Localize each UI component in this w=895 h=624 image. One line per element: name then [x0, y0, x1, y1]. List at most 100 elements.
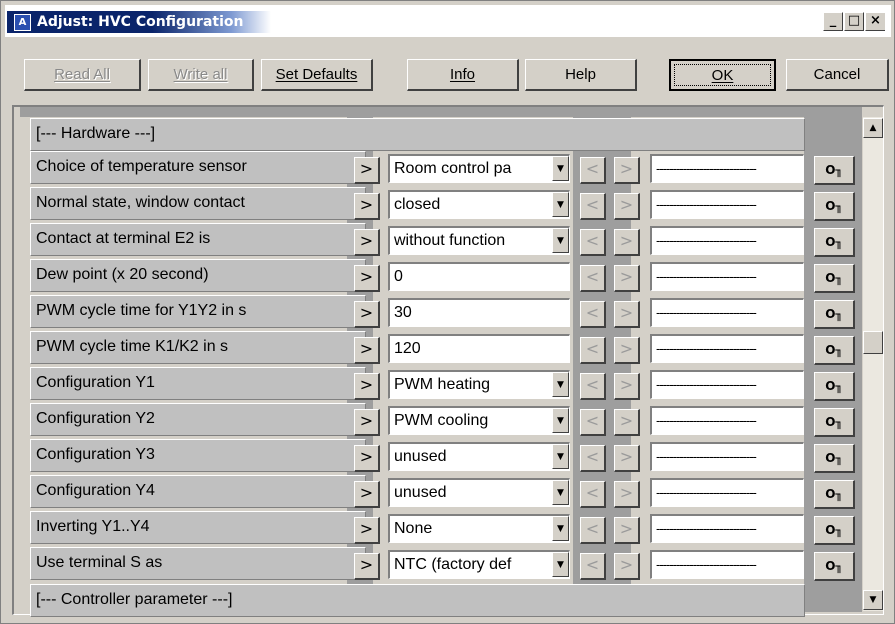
key-icon[interactable]: O╖ [814, 228, 855, 257]
set-value-button[interactable]: > [354, 481, 380, 508]
prev-button: < [580, 229, 606, 256]
value-dropdown[interactable]: None ▼ [388, 514, 570, 543]
chevron-down-icon[interactable]: ▼ [552, 372, 569, 397]
scroll-up-icon[interactable]: ▲ [863, 118, 883, 138]
prev-button: < [580, 337, 606, 364]
parameter-label: Normal state, window contact [30, 187, 366, 220]
key-icon[interactable]: O╖ [814, 480, 855, 509]
parameter-label: Configuration Y4 [30, 475, 366, 508]
value-dropdown[interactable]: unused ▼ [388, 442, 570, 471]
key-icon[interactable]: O╖ [814, 516, 855, 545]
device-value-field: ------------------------------ [650, 478, 804, 507]
value-dropdown[interactable]: unused ▼ [388, 478, 570, 507]
set-value-button[interactable]: > [354, 373, 380, 400]
cancel-button[interactable]: Cancel [786, 59, 889, 91]
value-text: unused [394, 448, 447, 465]
key-icon[interactable]: O╖ [814, 264, 855, 293]
key-icon[interactable]: O╖ [814, 372, 855, 401]
next-button: > [614, 445, 640, 472]
parameter-label: Inverting Y1..Y4 [30, 511, 366, 544]
value-input[interactable]: 120 [388, 334, 570, 363]
key-icon[interactable]: O╖ [814, 336, 855, 365]
set-value-button[interactable]: > [354, 517, 380, 544]
device-value-field: ------------------------------ [650, 190, 804, 219]
scroll-thumb[interactable] [863, 331, 883, 354]
table-row: PWM cycle time K1/K2 in s >120 < > ---------… [24, 331, 864, 365]
close-button[interactable]: × [865, 12, 885, 31]
value-text: 30 [394, 304, 412, 321]
table-row: Use terminal S as > NTC (factory def ▼ < > ---… [24, 547, 864, 581]
value-dropdown[interactable]: NTC (factory def ▼ [388, 550, 570, 579]
value-input[interactable]: 0 [388, 262, 570, 291]
value-dropdown[interactable]: Room control pa ▼ [388, 154, 570, 183]
chevron-down-icon[interactable]: ▼ [552, 516, 569, 541]
info-label: Info [449, 66, 476, 83]
parameter-label: PWM cycle time for Y1Y2 in s [30, 295, 366, 328]
table-row: Dew point (x 20 second) >0 < > -------------… [24, 259, 864, 293]
next-button: > [614, 229, 640, 256]
key-icon[interactable]: O╖ [814, 552, 855, 581]
set-value-button[interactable]: > [354, 337, 380, 364]
help-button[interactable]: Help [525, 59, 637, 91]
prev-button: < [580, 517, 606, 544]
value-dropdown[interactable]: PWM cooling ▼ [388, 406, 570, 435]
set-value-button[interactable]: > [354, 553, 380, 580]
write-all-button[interactable]: Write all [148, 59, 254, 91]
set-value-button[interactable]: > [354, 409, 380, 436]
set-value-button[interactable]: > [354, 265, 380, 292]
key-icon[interactable]: O╖ [814, 408, 855, 437]
set-value-button[interactable]: > [354, 229, 380, 256]
table-row: Contact at terminal E2 is > without functi… [24, 223, 864, 257]
minimize-button[interactable]: _ [823, 12, 843, 31]
cancel-label: Cancel [813, 66, 861, 83]
parameter-label: Choice of temperature sensor [30, 151, 366, 184]
device-value-field: ------------------------------ [650, 370, 804, 399]
ok-button[interactable]: OK [669, 59, 776, 91]
scroll-down-icon[interactable]: ▼ [863, 590, 883, 610]
device-value-field: ------------------------------ [650, 262, 804, 291]
chevron-down-icon[interactable]: ▼ [552, 156, 569, 181]
prev-button: < [580, 373, 606, 400]
value-input[interactable]: 30 [388, 298, 570, 327]
set-defaults-button[interactable]: Set Defaults [261, 59, 373, 91]
key-icon[interactable]: O╖ [814, 156, 855, 185]
set-value-button[interactable]: > [354, 301, 380, 328]
prev-button: < [580, 445, 606, 472]
maximize-button[interactable]: □ [844, 12, 864, 31]
section-label: [--- Hardware ---] [30, 118, 805, 151]
value-dropdown[interactable]: PWM heating ▼ [388, 370, 570, 399]
ok-focus-rect: OK [674, 64, 771, 86]
value-text: PWM heating [394, 376, 491, 393]
value-text: None [394, 520, 433, 537]
info-button[interactable]: Info [407, 59, 519, 91]
table-row: Choice of temperature sensor > Room contro… [24, 151, 864, 185]
set-value-button[interactable]: > [354, 445, 380, 472]
chevron-down-icon[interactable]: ▼ [552, 480, 569, 505]
key-icon[interactable]: O╖ [814, 192, 855, 221]
next-button: > [614, 553, 640, 580]
device-value-field: ------------------------------ [650, 550, 804, 579]
chevron-down-icon[interactable]: ▼ [552, 408, 569, 433]
key-icon[interactable]: O╖ [814, 444, 855, 473]
read-all-label: Read All [54, 66, 110, 83]
table-row: PWM cycle time for Y1Y2 in s >30 < > -------… [24, 295, 864, 329]
chevron-down-icon[interactable]: ▼ [552, 552, 569, 577]
value-text: without function [394, 232, 506, 249]
read-all-button[interactable]: Read All [24, 59, 141, 91]
parameter-label: Configuration Y2 [30, 403, 366, 436]
next-button: > [614, 157, 640, 184]
prev-button: < [580, 193, 606, 220]
chevron-down-icon[interactable]: ▼ [552, 444, 569, 469]
section-header-controller: [--- Controller parameter ---] [24, 584, 814, 617]
value-dropdown[interactable]: closed ▼ [388, 190, 570, 219]
set-value-button[interactable]: > [354, 157, 380, 184]
ok-label: OK [711, 67, 734, 84]
next-button: > [614, 265, 640, 292]
value-dropdown[interactable]: without function ▼ [388, 226, 570, 255]
key-icon[interactable]: O╖ [814, 300, 855, 329]
value-text: Room control pa [394, 160, 512, 177]
chevron-down-icon[interactable]: ▼ [552, 192, 569, 217]
vertical-scrollbar[interactable]: ▲ ▼ [863, 117, 883, 611]
chevron-down-icon[interactable]: ▼ [552, 228, 569, 253]
set-value-button[interactable]: > [354, 193, 380, 220]
